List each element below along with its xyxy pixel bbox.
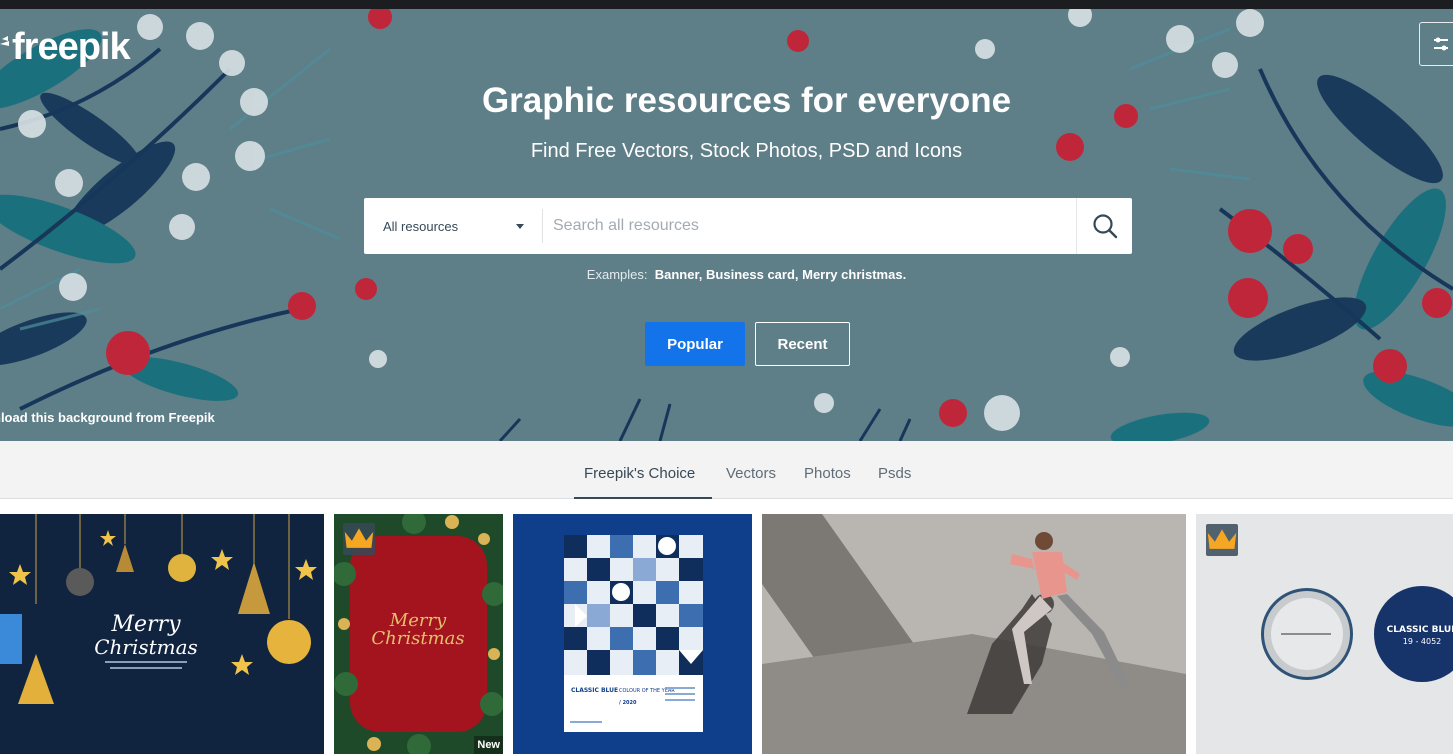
freepik-logo[interactable]: freepik (0, 26, 131, 69)
examples-label: Examples: (586, 267, 648, 282)
pin-text: CLASSIC BLUE (1387, 625, 1453, 635)
gallery-item[interactable]: CLASSIC BLUE COLOUR OF THE YEAR / 2020 (513, 514, 752, 754)
tab-psds[interactable]: Psds (878, 465, 911, 482)
poster-title: CLASSIC BLUE (571, 687, 618, 694)
resource-type-dropdown[interactable]: All resources (364, 198, 543, 254)
crown-icon (1207, 529, 1237, 549)
hero-subtitle: Find Free Vectors, Stock Photos, PSD and… (530, 140, 963, 162)
classic-blue-poster-thumbnail: CLASSIC BLUE COLOUR OF THE YEAR / 2020 (513, 514, 752, 754)
premium-badge (343, 523, 375, 555)
examples-links[interactable]: Banner, Business card, Merry christmas. (655, 267, 906, 282)
browser-top-strip (0, 0, 1453, 9)
resource-gallery: Merry Christmas Merry Christmas New CLAS… (0, 499, 1453, 754)
sliders-icon (1434, 37, 1448, 51)
background-credit-link[interactable]: nload this background from Freepik (0, 410, 215, 425)
freepik-logo-mark-icon (0, 35, 9, 46)
search-input[interactable] (543, 198, 1076, 254)
tab-freepiks-choice[interactable]: Freepik's Choice (584, 465, 695, 482)
recent-button[interactable]: Recent (755, 322, 850, 366)
pin-code: 19 - 4052 (1403, 637, 1442, 646)
gallery-item[interactable]: Merry Christmas (0, 514, 324, 754)
hero-title: Graphic resources for everyone (481, 81, 1012, 120)
resource-type-value: All resources (383, 218, 459, 234)
search-examples: Examples: Banner, Business card, Merry c… (0, 267, 1453, 282)
search-button[interactable] (1076, 198, 1132, 254)
hero-banner: freepik Graphic resources for everyone F… (0, 9, 1453, 441)
tab-vectors[interactable]: Vectors (726, 465, 776, 482)
search-bar: All resources (364, 198, 1132, 254)
background-credit-text: nload this background from Freepik (0, 410, 215, 425)
card-text-christmas: Christmas (371, 628, 464, 649)
poster-year: / 2020 (619, 700, 637, 706)
gallery-item[interactable] (762, 514, 1186, 754)
popular-button[interactable]: Popular (645, 322, 745, 366)
gallery-item[interactable]: Merry Christmas New (334, 514, 503, 754)
new-badge: New (474, 736, 503, 754)
logo-text: freepik (12, 26, 131, 68)
menu-button[interactable] (1419, 22, 1453, 66)
card-text-christmas: Christmas (94, 635, 198, 659)
caret-down-icon (516, 223, 524, 229)
tab-photos[interactable]: Photos (804, 465, 851, 482)
search-icon (1092, 214, 1117, 239)
merry-christmas-navy-thumbnail: Merry Christmas (0, 514, 324, 754)
gallery-item[interactable]: CLASSIC BLUE 19 - 4052 (1196, 514, 1453, 754)
resource-tabs: Freepik's Choice Vectors Photos Psds (0, 441, 1453, 499)
crown-icon (344, 528, 374, 548)
premium-badge (1206, 524, 1238, 556)
runner-photo-thumbnail (762, 514, 1186, 754)
card-text-merry: Merry (110, 612, 181, 637)
